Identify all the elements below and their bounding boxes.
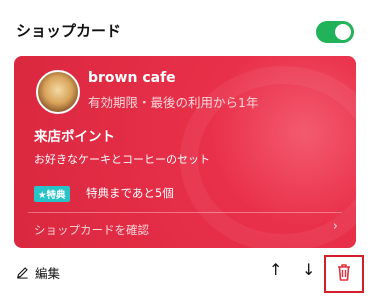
edit-label: 編集 — [35, 266, 61, 281]
move-down-button[interactable]: ↓ — [302, 260, 315, 279]
validity-text: 有効期限・最後の利用から1年 — [88, 95, 259, 110]
section-title: ショップカード — [16, 22, 122, 40]
toggle-knob — [335, 24, 351, 40]
visit-points-title: 来店ポイント — [34, 129, 115, 145]
shop-card[interactable]: brown cafe 有効期限・最後の利用から1年 来店ポイント お好きなケーキ… — [14, 56, 356, 248]
trash-icon — [338, 264, 350, 281]
cafe-name: brown cafe — [88, 70, 176, 86]
reward-badge: ★特典 — [34, 186, 70, 202]
card-divider — [28, 212, 342, 213]
shop-card-toggle[interactable] — [316, 21, 354, 43]
chevron-right-icon[interactable]: › — [333, 219, 338, 234]
pencil-icon — [17, 267, 28, 279]
delete-button[interactable] — [333, 261, 355, 287]
view-shop-card-link[interactable]: ショップカードを確認 — [34, 222, 149, 238]
cafe-logo — [36, 70, 80, 114]
edit-button[interactable]: 編集 — [16, 263, 60, 282]
move-up-button[interactable]: ↑ — [269, 260, 282, 279]
visit-points-description: お好きなケーキとコーヒーのセット — [34, 153, 210, 166]
reward-remaining-text: 特典まであと5個 — [86, 186, 174, 200]
